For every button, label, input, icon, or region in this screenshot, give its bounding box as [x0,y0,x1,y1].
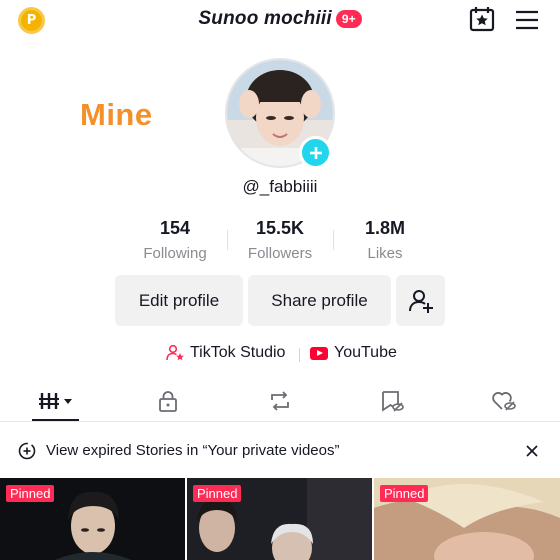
stat-value: 15.5K [255,218,305,238]
studio-icon [166,344,184,361]
plus-icon [309,146,322,159]
pinned-badge: Pinned [380,485,429,502]
stat-followers[interactable]: 15.5K Followers [225,218,335,262]
heart-hidden-icon [492,392,516,411]
tiktok-studio-link[interactable]: TikTok Studio [166,344,285,362]
stat-label: Followers [247,245,313,262]
stat-value: 1.8M [364,218,406,238]
youtube-icon [310,346,328,360]
links-divider [299,348,300,362]
edit-profile-button[interactable]: Edit profile [115,275,243,326]
stat-label: Following [143,245,207,262]
tab-favorites[interactable] [336,380,448,422]
videos-grid-icon [39,393,72,409]
close-icon[interactable] [526,445,538,457]
pinned-badge: Pinned [6,485,55,502]
tab-videos[interactable] [0,380,112,422]
top-bar: P Sunoo mochiii 9+ [0,0,560,40]
pinned-badge: Pinned [193,485,242,502]
calendar-star-icon[interactable] [469,6,495,32]
tab-reposts[interactable] [224,380,336,422]
expired-stories-text: View expired Stories in “Your private vi… [46,442,340,459]
bookmark-hidden-icon [382,391,404,412]
story-add-icon [18,442,36,460]
video-thumbnail[interactable]: Pinned [374,478,560,560]
profile-stats: 154 Following 15.5K Followers 1.8M Likes [0,218,560,263]
add-friends-button[interactable] [396,275,445,326]
repost-icon [271,391,289,411]
expired-stories-banner[interactable]: View expired Stories in “Your private vi… [0,432,560,470]
stat-label: Likes [367,245,403,262]
add-story-button[interactable] [299,136,332,169]
profile-title[interactable]: Sunoo mochiii [198,8,332,30]
stat-following[interactable]: 154 Following [120,218,230,262]
add-user-icon [408,289,433,313]
lock-icon [159,391,177,412]
mine-sticker-text: Mine [80,97,153,132]
video-thumbnail[interactable]: Pinned [0,478,185,560]
active-tab-indicator [32,419,79,421]
youtube-link[interactable]: YouTube [310,344,397,362]
profile-links: TikTok Studio YouTube [0,344,560,366]
profile-tabs [0,380,560,422]
video-thumbnail[interactable]: Pinned [187,478,372,560]
username: @_fabbiiii [242,177,318,196]
notification-badge: 9+ [335,10,362,28]
stat-likes[interactable]: 1.8M Likes [330,218,440,262]
stat-value: 154 [159,218,191,238]
video-grid: Pinned Pinned Pinned [0,478,560,560]
tab-liked[interactable] [448,380,560,422]
menu-icon[interactable] [514,9,540,31]
youtube-label: YouTube [334,344,397,361]
tab-private[interactable] [112,380,224,422]
share-profile-button[interactable]: Share profile [248,275,391,326]
tiktok-studio-label: TikTok Studio [190,344,286,361]
